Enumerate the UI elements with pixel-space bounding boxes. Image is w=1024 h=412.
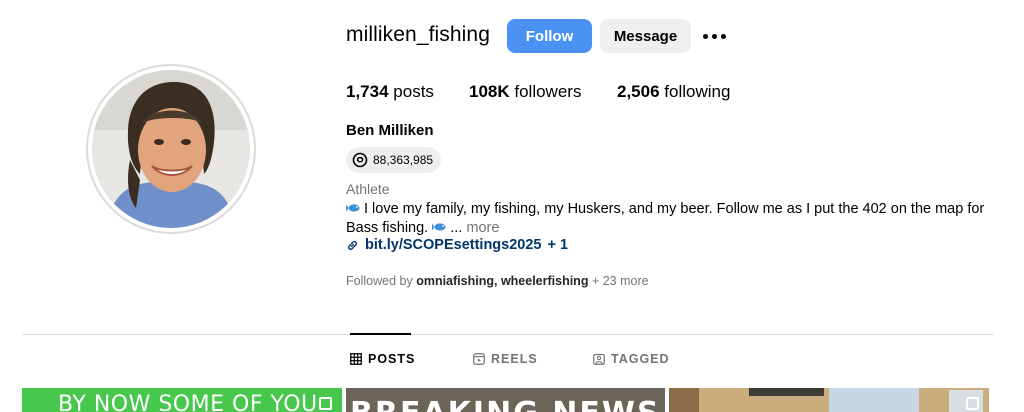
- avatar[interactable]: [92, 70, 250, 228]
- followed-by[interactable]: Followed by omniafishing, wheelerfishing…: [346, 274, 649, 288]
- posts-label: posts: [393, 82, 434, 101]
- link-text: bit.ly/SCOPEsettings2025: [365, 237, 542, 253]
- post-3-image: [669, 388, 989, 412]
- posts-count: 1,734: [346, 82, 389, 101]
- following-count: 2,506: [617, 82, 660, 101]
- followed-more: + 23 more: [591, 274, 649, 288]
- tab-posts[interactable]: POSTS: [350, 352, 415, 366]
- followers-count: 108K: [469, 82, 510, 101]
- fish-emoji-icon: [346, 204, 360, 212]
- more-options-icon[interactable]: [703, 28, 729, 44]
- tab-reels-label: REELS: [491, 352, 538, 366]
- followers-label: followers: [514, 82, 582, 101]
- followed-prefix: Followed by: [346, 274, 413, 288]
- link-extra: + 1: [547, 237, 569, 253]
- reels-icon: [473, 353, 485, 365]
- followed-user-2: wheelerfishing: [500, 274, 589, 288]
- bio-more-link[interactable]: more: [466, 220, 499, 236]
- followed-user-1: omniafishing: [416, 274, 494, 288]
- full-name: Ben Milliken: [346, 122, 434, 139]
- tab-posts-label: POSTS: [368, 352, 416, 366]
- threads-badge[interactable]: 88,363,985: [346, 147, 442, 173]
- tagged-icon: [593, 353, 605, 365]
- multi-post-icon: [319, 397, 332, 410]
- fish-emoji-icon: [432, 223, 446, 231]
- tab-tagged[interactable]: TAGGED: [593, 352, 670, 366]
- active-tab-indicator: [350, 333, 411, 335]
- category-label: Athlete: [346, 181, 390, 197]
- threads-count: 88,363,985: [373, 153, 434, 167]
- following-label: following: [664, 82, 731, 101]
- follow-button[interactable]: Follow: [507, 19, 592, 53]
- username: milliken_fishing: [346, 23, 490, 46]
- posts-stat: 1,734 posts: [346, 82, 434, 102]
- bio-link[interactable]: bit.ly/SCOPEsettings2025 + 1: [346, 237, 568, 253]
- message-button[interactable]: Message: [600, 19, 691, 53]
- post-1-text: BY NOW SOME OF YOU: [58, 392, 318, 412]
- tabs-divider: [22, 334, 994, 335]
- post-thumbnail[interactable]: BREAKING NEWS: [346, 388, 665, 412]
- link-icon: [348, 240, 357, 250]
- avatar-image: [92, 70, 250, 228]
- following-stat[interactable]: 2,506 following: [617, 82, 730, 102]
- tab-tagged-label: TAGGED: [611, 352, 670, 366]
- multi-post-icon: [966, 397, 979, 410]
- followed-separator: ,: [493, 274, 498, 288]
- post-2-text: BREAKING NEWS: [350, 396, 661, 412]
- bio-ellipsis: ...: [450, 220, 463, 236]
- post-thumbnail[interactable]: [669, 388, 989, 412]
- tab-reels[interactable]: REELS: [473, 352, 538, 366]
- bio: I love my family, my fishing, my Huskers…: [346, 200, 996, 238]
- threads-icon: [352, 152, 368, 168]
- grid-icon: [350, 353, 362, 365]
- followers-stat[interactable]: 108K followers: [469, 82, 581, 102]
- post-thumbnail[interactable]: BY NOW SOME OF YOU: [22, 388, 342, 412]
